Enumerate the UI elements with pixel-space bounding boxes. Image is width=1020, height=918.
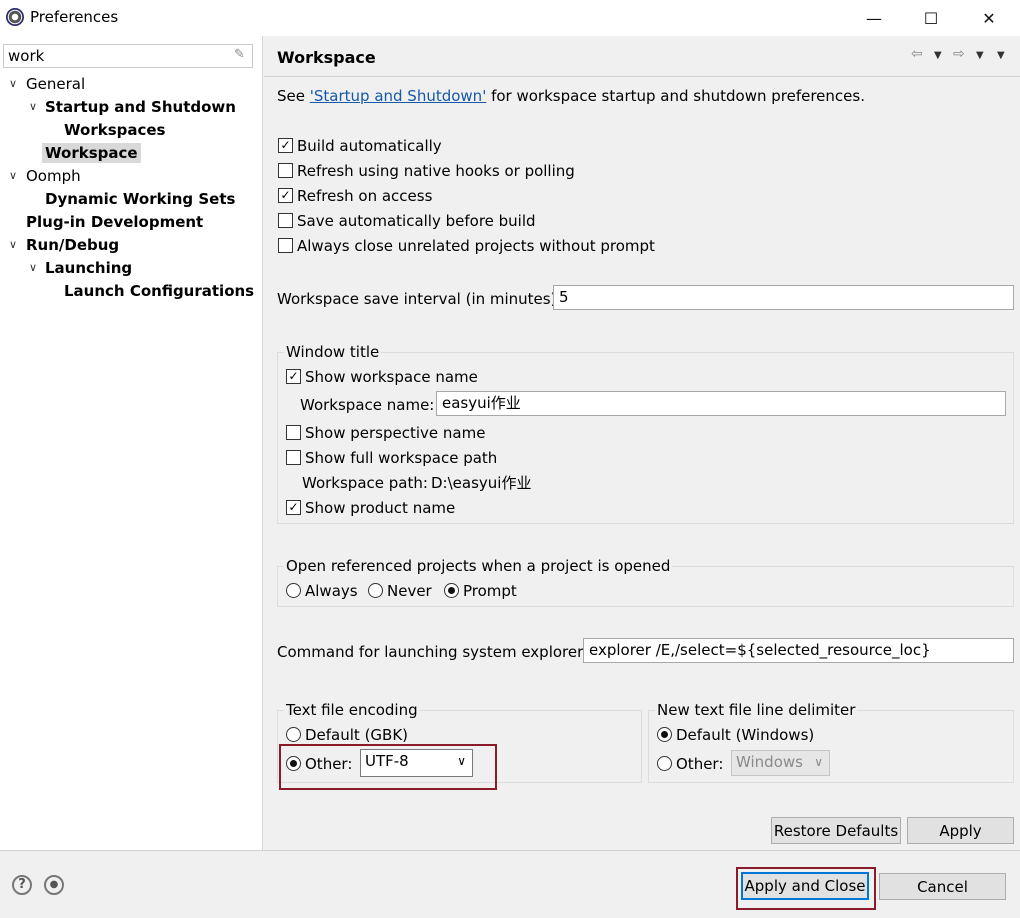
chevron-down-icon[interactable]: ∨ [9, 166, 17, 186]
forward-menu-icon[interactable]: ▼ [976, 50, 984, 61]
delimiter-select-value: Windows [736, 753, 803, 771]
startup-shutdown-link[interactable]: 'Startup and Shutdown' [310, 87, 487, 105]
save-before-build-label: Save automatically before build [297, 212, 536, 230]
chevron-down-icon[interactable]: ∨ [29, 258, 37, 278]
view-menu-icon[interactable]: ▼ [997, 50, 1005, 61]
workspace-path-label: Workspace path: [302, 474, 428, 492]
window-title-group-label: Window title [284, 343, 382, 361]
footer-separator [0, 850, 1020, 851]
refresh-native-hooks-label: Refresh using native hooks or polling [297, 162, 575, 180]
tree-item-launch-configurations[interactable]: Launch Configurations [64, 281, 254, 301]
delimiter-default-radio[interactable] [657, 727, 672, 742]
show-workspace-name-label: Show workspace name [305, 368, 478, 386]
save-before-build-checkbox[interactable] [278, 213, 293, 228]
delimiter-other-radio[interactable] [657, 756, 672, 771]
save-interval-label: Workspace save interval (in minutes): [277, 290, 562, 308]
never-label: Never [387, 582, 432, 600]
save-interval-input[interactable]: 5 [553, 285, 1014, 310]
workspace-name-label: Workspace name: [300, 396, 435, 414]
close-unrelated-projects-checkbox[interactable] [278, 238, 293, 253]
open-referenced-group-label: Open referenced projects when a project … [284, 557, 673, 575]
minimize-button[interactable]: — [845, 0, 903, 36]
never-radio[interactable] [368, 583, 383, 598]
tree-item-workspaces[interactable]: Workspaces [64, 120, 165, 140]
show-workspace-name-checkbox[interactable]: ✓ [286, 369, 301, 384]
intro-suffix: for workspace startup and shutdown prefe… [486, 87, 865, 105]
close-button[interactable]: ✕ [960, 0, 1018, 36]
explorer-command-label: Command for launching system explorer: [277, 643, 589, 661]
tree-item-workspace[interactable]: Workspace [42, 143, 141, 163]
refresh-on-access-checkbox[interactable]: ✓ [278, 188, 293, 203]
show-full-path-label: Show full workspace path [305, 449, 498, 467]
encoding-default-label: Default (GBK) [305, 726, 409, 744]
tree-item-plug-in-development[interactable]: Plug-in Development [26, 212, 203, 232]
import-export-icon[interactable]: ● [44, 875, 64, 895]
build-automatically-checkbox[interactable]: ✓ [278, 138, 293, 153]
chevron-down-icon[interactable]: ∨ [9, 235, 17, 255]
page-title: Workspace [277, 48, 376, 67]
encoding-default-radio[interactable] [286, 727, 301, 742]
text-encoding-group-label: Text file encoding [284, 701, 420, 719]
restore-defaults-button[interactable]: Restore Defaults [771, 817, 901, 844]
workspace-name-input[interactable]: easyui作业 [436, 391, 1006, 416]
refresh-on-access-label: Refresh on access [297, 187, 433, 205]
tree-item-launching[interactable]: Launching [45, 258, 132, 278]
line-delimiter-group-label: New text file line delimiter [655, 701, 858, 719]
delimiter-select[interactable]: Windows ∨ [731, 750, 830, 776]
maximize-button[interactable]: ☐ [902, 0, 960, 36]
chevron-down-icon[interactable]: ∨ [29, 97, 37, 117]
show-full-path-checkbox[interactable] [286, 450, 301, 465]
chevron-down-icon[interactable]: ∨ [9, 74, 17, 94]
build-automatically-label: Build automatically [297, 137, 442, 155]
clear-filter-icon[interactable]: ✎ [234, 47, 245, 62]
show-product-name-label: Show product name [305, 499, 456, 517]
forward-icon[interactable]: ⇨ [953, 46, 965, 62]
eclipse-app-icon [6, 8, 24, 26]
cancel-button[interactable]: Cancel [879, 873, 1006, 900]
tree-item-oomph[interactable]: Oomph [26, 166, 81, 186]
show-perspective-name-label: Show perspective name [305, 424, 486, 442]
explorer-command-input[interactable]: explorer /E,/select=${selected_resource_… [583, 638, 1014, 663]
show-perspective-name-checkbox[interactable] [286, 425, 301, 440]
back-menu-icon[interactable]: ▼ [934, 50, 942, 61]
delimiter-default-label: Default (Windows) [676, 726, 815, 744]
tree-item-general[interactable]: General [26, 74, 85, 94]
workspace-path-value: D:\easyui作业 [431, 474, 532, 492]
always-label: Always [305, 582, 358, 600]
tree-item-run-debug[interactable]: Run/Debug [26, 235, 119, 255]
intro-text: See 'Startup and Shutdown' for workspace… [277, 87, 865, 105]
apply-close-highlight-box [736, 867, 876, 910]
apply-button[interactable]: Apply [907, 817, 1014, 844]
header-separator [264, 76, 1020, 77]
window-title: Preferences [30, 8, 119, 26]
chevron-down-icon: ∨ [814, 755, 823, 769]
tree-item-dynamic-working-sets[interactable]: Dynamic Working Sets [45, 189, 235, 209]
encoding-highlight-box [279, 744, 497, 790]
tree-item-startup-and-shutdown[interactable]: Startup and Shutdown [45, 97, 236, 117]
refresh-native-hooks-checkbox[interactable] [278, 163, 293, 178]
back-icon[interactable]: ⇦ [911, 46, 923, 62]
delimiter-other-label: Other: [676, 755, 724, 773]
prompt-label: Prompt [463, 582, 517, 600]
filter-input[interactable]: work [3, 44, 253, 68]
close-unrelated-projects-label: Always close unrelated projects without … [297, 237, 655, 255]
intro-prefix: See [277, 87, 310, 105]
show-product-name-checkbox[interactable]: ✓ [286, 500, 301, 515]
prompt-radio[interactable] [444, 583, 459, 598]
always-radio[interactable] [286, 583, 301, 598]
help-icon[interactable]: ? [12, 875, 32, 895]
